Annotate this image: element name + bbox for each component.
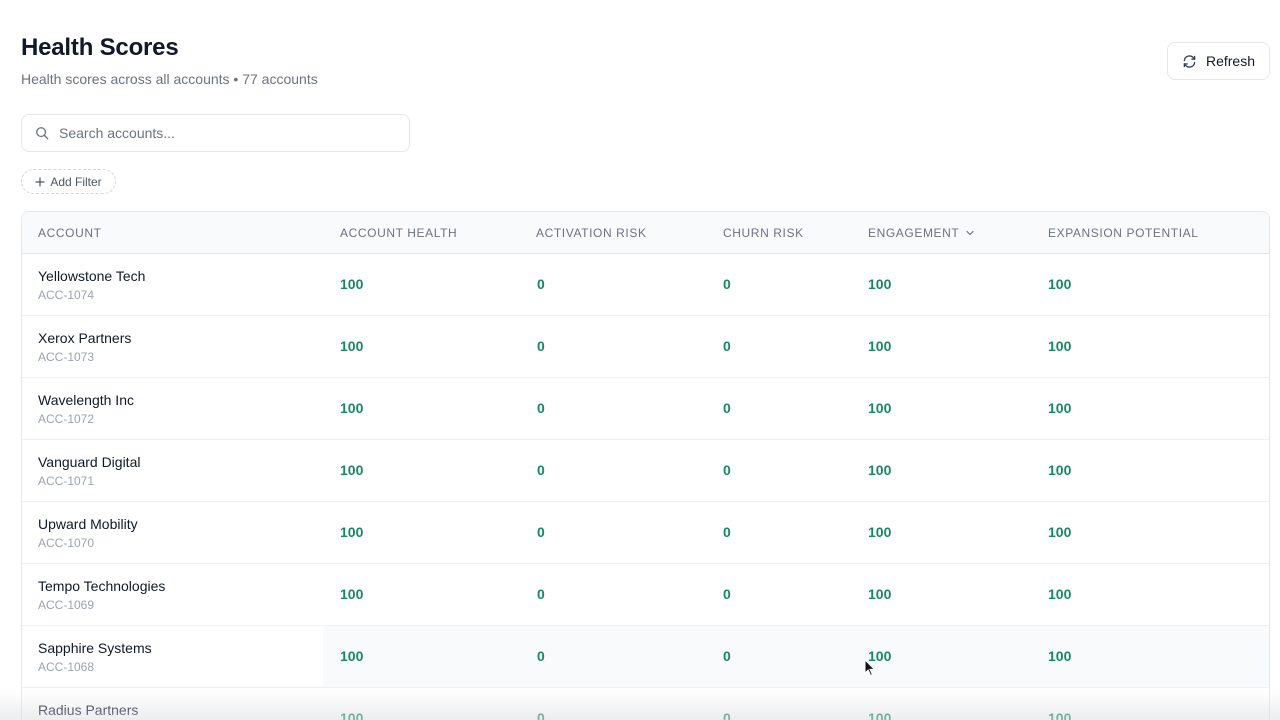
account-name[interactable]: Radius Partners	[38, 702, 138, 718]
plus-icon	[35, 176, 45, 187]
account-name[interactable]: Xerox Partners	[38, 330, 131, 346]
account-id: ACC-1071	[38, 474, 95, 488]
add-filter-button[interactable]: Add Filter	[21, 169, 116, 194]
account-id: ACC-1068	[38, 660, 95, 674]
table-row[interactable]: Vanguard Digital ACC-1071 100 0 0 100 100	[22, 440, 1269, 502]
expansion-potential-score: 100	[1048, 338, 1072, 354]
account-name[interactable]: Tempo Technologies	[38, 578, 165, 594]
page-title: Health Scores	[21, 34, 179, 61]
expansion-potential-score: 100	[1048, 710, 1072, 720]
table-row[interactable]: Yellowstone Tech ACC-1074 100 0 0 100 100	[22, 254, 1269, 316]
churn-risk-score: 0	[723, 400, 731, 416]
search-box	[21, 114, 410, 152]
churn-risk-score: 0	[723, 462, 731, 478]
column-header-churn-risk[interactable]: CHURN RISK	[723, 212, 804, 254]
engagement-score: 100	[868, 586, 892, 602]
account-health-score: 100	[340, 400, 364, 416]
page-subtitle: Health scores across all accounts • 77 a…	[21, 71, 318, 87]
table-row[interactable]: Xerox Partners ACC-1073 100 0 0 100 100	[22, 316, 1269, 378]
activation-risk-score: 0	[537, 462, 545, 478]
table-row[interactable]: Radius Partners 100 0 0 100 100	[22, 688, 1269, 720]
churn-risk-score: 0	[723, 586, 731, 602]
account-name[interactable]: Yellowstone Tech	[38, 268, 145, 284]
account-id: ACC-1070	[38, 536, 95, 550]
table-header: ACCOUNT ACCOUNT HEALTH ACTIVATION RISK C…	[22, 212, 1269, 254]
activation-risk-score: 0	[537, 710, 545, 720]
churn-risk-score: 0	[723, 710, 731, 720]
activation-risk-score: 0	[537, 276, 545, 292]
mouse-cursor-icon	[864, 659, 876, 677]
churn-risk-score: 0	[723, 338, 731, 354]
activation-risk-score: 0	[537, 648, 545, 664]
account-health-score: 100	[340, 338, 364, 354]
column-header-engagement[interactable]: ENGAGEMENT	[868, 212, 975, 254]
refresh-button[interactable]: Refresh	[1167, 42, 1270, 80]
table-row[interactable]: Wavelength Inc ACC-1072 100 0 0 100 100	[22, 378, 1269, 440]
health-scores-page: Health Scores Health scores across all a…	[0, 0, 1280, 720]
expansion-potential-score: 100	[1048, 648, 1072, 664]
account-name[interactable]: Wavelength Inc	[38, 392, 134, 408]
row-hover-highlight	[323, 626, 1269, 687]
account-name[interactable]: Upward Mobility	[38, 516, 138, 532]
health-scores-table: ACCOUNT ACCOUNT HEALTH ACTIVATION RISK C…	[21, 211, 1270, 720]
engagement-score: 100	[868, 462, 892, 478]
search-icon	[36, 127, 49, 140]
engagement-score: 100	[868, 524, 892, 540]
refresh-button-label: Refresh	[1205, 53, 1256, 69]
expansion-potential-score: 100	[1048, 586, 1072, 602]
account-id: ACC-1074	[38, 288, 95, 302]
engagement-score: 100	[868, 338, 892, 354]
column-header-activation-risk[interactable]: ACTIVATION RISK	[536, 212, 647, 254]
account-id: ACC-1072	[38, 412, 95, 426]
account-id: ACC-1069	[38, 598, 95, 612]
account-health-score: 100	[340, 276, 364, 292]
search-input[interactable]	[59, 125, 389, 141]
expansion-potential-score: 100	[1048, 524, 1072, 540]
table-row[interactable]: Upward Mobility ACC-1070 100 0 0 100 100	[22, 502, 1269, 564]
column-header-account-health[interactable]: ACCOUNT HEALTH	[340, 212, 457, 254]
expansion-potential-score: 100	[1048, 462, 1072, 478]
engagement-score: 100	[868, 400, 892, 416]
activation-risk-score: 0	[537, 400, 545, 416]
account-health-score: 100	[340, 586, 364, 602]
account-health-score: 100	[340, 648, 364, 664]
churn-risk-score: 0	[723, 276, 731, 292]
table-row[interactable]: Tempo Technologies ACC-1069 100 0 0 100 100	[22, 564, 1269, 626]
column-header-engagement-label: ENGAGEMENT	[868, 226, 960, 240]
account-name[interactable]: Vanguard Digital	[38, 454, 140, 470]
account-id: ACC-1073	[38, 350, 95, 364]
refresh-icon	[1183, 54, 1196, 68]
account-health-score: 100	[340, 710, 364, 720]
engagement-score: 100	[868, 276, 892, 292]
account-health-score: 100	[340, 524, 364, 540]
add-filter-label: Add Filter	[50, 174, 102, 189]
expansion-potential-score: 100	[1048, 276, 1072, 292]
chevron-down-icon	[966, 230, 974, 236]
column-header-account[interactable]: ACCOUNT	[38, 212, 102, 254]
churn-risk-score: 0	[723, 648, 731, 664]
engagement-score: 100	[868, 710, 892, 720]
activation-risk-score: 0	[537, 338, 545, 354]
account-name[interactable]: Sapphire Systems	[38, 640, 152, 656]
activation-risk-score: 0	[537, 524, 545, 540]
churn-risk-score: 0	[723, 524, 731, 540]
account-health-score: 100	[340, 462, 364, 478]
activation-risk-score: 0	[537, 586, 545, 602]
column-header-expansion-potential[interactable]: EXPANSION POTENTIAL	[1048, 212, 1199, 254]
expansion-potential-score: 100	[1048, 400, 1072, 416]
table-row[interactable]: Sapphire Systems ACC-1068 100 0 0 100 100	[22, 626, 1269, 688]
